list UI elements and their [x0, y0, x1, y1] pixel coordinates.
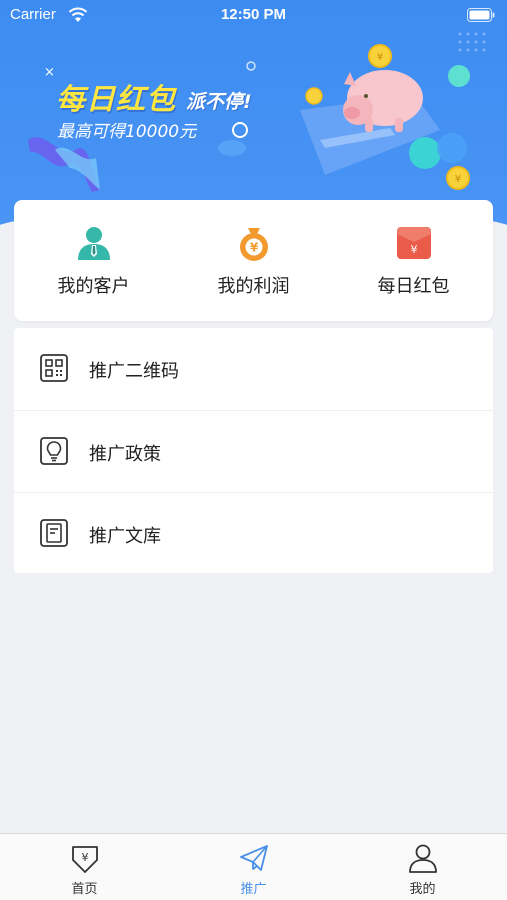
status-time: 12:50 PM	[220, 6, 287, 23]
tab-home[interactable]: ¥ 首页	[0, 834, 169, 900]
menu-item-label: 推广二维码	[89, 361, 179, 382]
tab-label: 我的	[409, 882, 436, 897]
svg-text:¥: ¥	[411, 243, 418, 256]
quick-item-my-customers[interactable]: 我的客户	[14, 200, 173, 321]
document-icon	[40, 519, 68, 547]
svg-text:¥: ¥	[250, 241, 259, 255]
tab-label: 首页	[71, 882, 98, 897]
user-icon	[409, 844, 437, 873]
svg-text:×: ×	[44, 65, 55, 80]
quick-item-my-profit[interactable]: ¥ 我的利润	[174, 200, 333, 321]
qr-code-icon	[40, 354, 68, 382]
menu-item-label: 推广文库	[89, 526, 161, 547]
menu-item-label: 推广政策	[89, 444, 161, 465]
lightbulb-icon	[40, 437, 68, 465]
customer-icon	[78, 227, 110, 260]
red-envelope-icon: ¥	[397, 227, 431, 259]
quick-actions-card: 我的客户 ¥ 我的利润 ¥ 每日红包	[14, 200, 493, 321]
promo-title-suffix: 派不停!	[186, 91, 252, 113]
promo-subtitle: 最高可得10000元	[57, 122, 197, 142]
tab-mine[interactable]: 我的	[338, 834, 507, 900]
money-bag-icon: ¥	[240, 228, 268, 261]
menu-item-policy[interactable]: 推广政策	[14, 410, 493, 492]
svg-text:¥: ¥	[82, 851, 89, 864]
quick-item-label: 我的客户	[57, 276, 130, 297]
quick-item-label: 我的利润	[217, 276, 290, 297]
tab-bar: ¥ 首页 推广 我的	[0, 833, 507, 900]
svg-text:¥: ¥	[455, 174, 461, 185]
svg-text:¥: ¥	[377, 52, 383, 63]
promo-title: 每日红包	[56, 82, 177, 116]
quick-item-daily-red-packet[interactable]: ¥ 每日红包	[334, 200, 493, 321]
quick-item-label: 每日红包	[377, 276, 450, 297]
battery-icon	[467, 8, 495, 22]
status-bar: Carrier 12:50 PM	[0, 0, 507, 30]
menu-item-qr-code[interactable]: 推广二维码	[14, 328, 493, 410]
tab-promotion[interactable]: 推广	[169, 834, 338, 900]
home-yen-icon: ¥	[72, 846, 98, 873]
paper-plane-icon	[240, 845, 268, 871]
tab-label: 推广	[240, 882, 267, 897]
menu-item-library[interactable]: 推广文库	[14, 492, 493, 574]
promotion-menu: 推广二维码 推广政策 推广文库	[14, 328, 493, 573]
